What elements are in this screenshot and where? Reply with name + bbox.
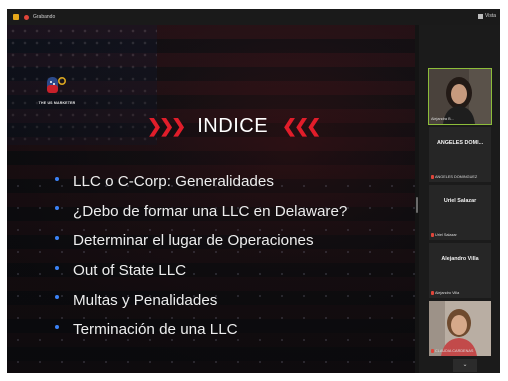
participant-video bbox=[429, 69, 491, 124]
participant-tile[interactable]: CLAUDIA CARDENAS bbox=[429, 301, 491, 356]
participant-name-label: Alejandro Villa bbox=[431, 291, 459, 295]
muted-mic-icon bbox=[431, 349, 434, 353]
view-label: Vista bbox=[484, 13, 496, 19]
bullet-icon bbox=[55, 206, 59, 211]
participant-name-label: ANGELES DOMINGUEZ bbox=[431, 175, 477, 179]
participant-display-name: ANGELES DOMI... bbox=[436, 140, 484, 146]
list-item: ¿Debo de formar una LLC en Delaware? bbox=[55, 197, 347, 227]
grid-view-icon bbox=[477, 13, 483, 19]
participant-name-label: Alejandra B... bbox=[431, 117, 454, 121]
brand-logo: THE US MARKETER bbox=[37, 75, 75, 113]
participant-name-label: Uriel Salazar bbox=[431, 233, 457, 237]
participant-video bbox=[429, 301, 491, 356]
participant-tile[interactable]: Uriel Salazar Uriel Salazar bbox=[429, 185, 491, 240]
participant-tile[interactable]: Alejandra B... bbox=[428, 68, 492, 125]
recording-icon bbox=[24, 14, 29, 20]
participant-name-label: CLAUDIA CARDENAS bbox=[431, 349, 473, 353]
participant-tile[interactable]: ANGELES DOMI... ANGELES DOMINGUEZ bbox=[429, 127, 491, 182]
logo-mark-icon bbox=[47, 76, 67, 93]
bullet-icon bbox=[55, 235, 59, 240]
meeting-top-bar: Grabando Vista bbox=[7, 9, 500, 25]
more-participants-button[interactable]: ⌄ bbox=[453, 359, 477, 372]
panel-resize-handle[interactable] bbox=[416, 197, 418, 213]
muted-mic-icon bbox=[431, 291, 434, 295]
participant-display-name: Uriel Salazar bbox=[443, 198, 477, 204]
shared-screen-slide: THE US MARKETER ❯❯❯ INDICE ❮❮❮ LLC o C-C… bbox=[7, 25, 415, 373]
list-item: Multas y Penalidades bbox=[55, 285, 347, 315]
security-shield-icon[interactable] bbox=[13, 14, 19, 20]
left-chevrons-icon: ❯❯❯ bbox=[147, 115, 186, 136]
muted-mic-icon bbox=[431, 175, 434, 179]
participants-panel: Alejandra B... ANGELES DOMI... ANGELES D… bbox=[419, 25, 500, 373]
bullet-icon bbox=[55, 265, 59, 270]
meeting-window: Grabando Vista THE US MARKETER ❯❯❯ INDIC… bbox=[7, 9, 500, 373]
logo-text: THE US MARKETER bbox=[38, 101, 76, 105]
bullet-icon bbox=[55, 324, 59, 329]
bullet-icon bbox=[55, 295, 59, 300]
list-item: Terminación de una LLC bbox=[55, 315, 347, 345]
participant-tile[interactable]: Alejandro Villa Alejandro Villa bbox=[429, 243, 491, 298]
chevron-down-icon: ⌄ bbox=[462, 362, 468, 368]
slide-title: INDICE bbox=[197, 114, 269, 137]
right-chevrons-icon: ❮❮❮ bbox=[282, 115, 321, 136]
list-item: Determinar el lugar de Operaciones bbox=[55, 226, 347, 256]
muted-mic-icon bbox=[431, 233, 434, 237]
index-list: LLC o C-Corp: Generalidades ¿Debo de for… bbox=[55, 167, 347, 345]
bullet-icon bbox=[55, 176, 59, 181]
list-item: Out of State LLC bbox=[55, 256, 347, 286]
participant-display-name: Alejandro Villa bbox=[441, 256, 479, 262]
recording-label: Grabando bbox=[33, 14, 56, 20]
list-item: LLC o C-Corp: Generalidades bbox=[55, 167, 347, 197]
slide-heading: ❯❯❯ INDICE ❮❮❮ bbox=[147, 111, 321, 141]
view-button[interactable]: Vista bbox=[477, 13, 496, 19]
